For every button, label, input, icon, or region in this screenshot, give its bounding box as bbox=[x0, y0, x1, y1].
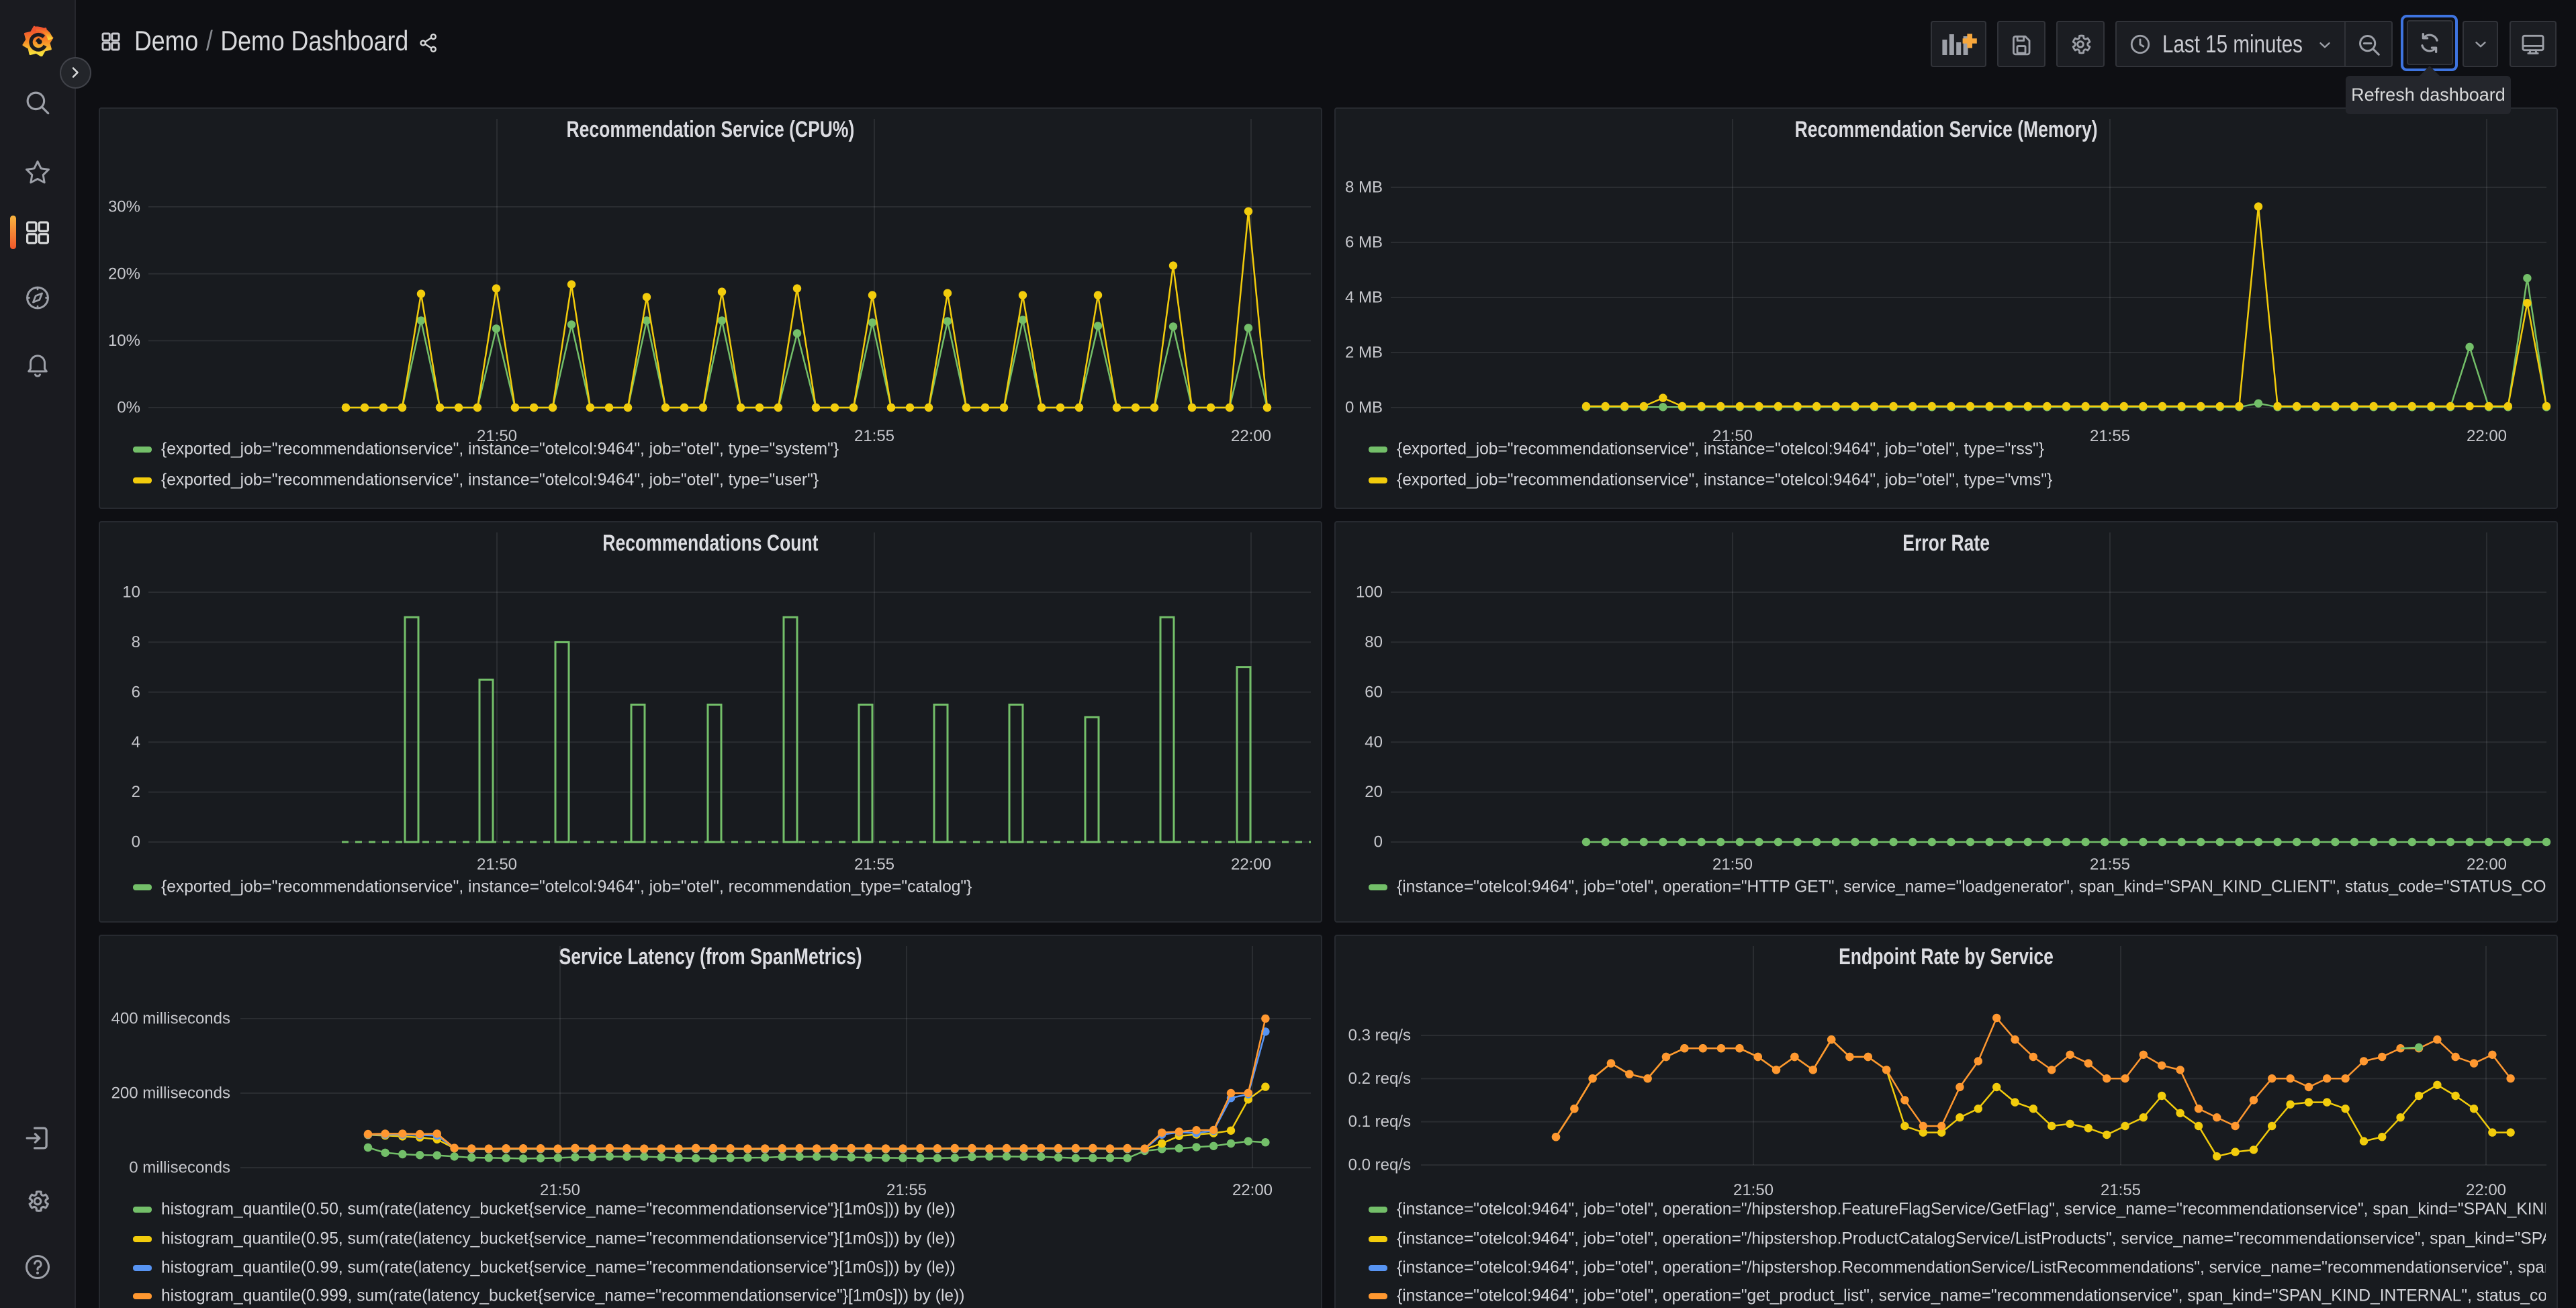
svg-text:21:55: 21:55 bbox=[2090, 855, 2130, 874]
svg-text:0: 0 bbox=[1374, 833, 1383, 851]
svg-text:21:50: 21:50 bbox=[477, 855, 517, 874]
svg-text:0.2 req/s: 0.2 req/s bbox=[1348, 1070, 1411, 1088]
svg-text:8: 8 bbox=[132, 633, 140, 651]
svg-text:0 milliseconds: 0 milliseconds bbox=[129, 1159, 230, 1177]
svg-text:22:00: 22:00 bbox=[1231, 855, 1271, 874]
svg-text:200 milliseconds: 200 milliseconds bbox=[111, 1084, 230, 1103]
svg-text:2: 2 bbox=[132, 783, 140, 801]
svg-text:6 MB: 6 MB bbox=[1345, 234, 1383, 252]
svg-text:40: 40 bbox=[1365, 733, 1383, 751]
svg-text:0.1 req/s: 0.1 req/s bbox=[1348, 1113, 1411, 1131]
svg-text:6: 6 bbox=[132, 683, 140, 701]
svg-text:0.3 req/s: 0.3 req/s bbox=[1348, 1027, 1411, 1045]
svg-text:21:50: 21:50 bbox=[1712, 855, 1753, 874]
svg-text:22:00: 22:00 bbox=[2467, 855, 2507, 874]
svg-text:4: 4 bbox=[132, 733, 140, 751]
svg-text:0.0 req/s: 0.0 req/s bbox=[1348, 1156, 1411, 1174]
svg-text:80: 80 bbox=[1365, 633, 1383, 651]
svg-text:20: 20 bbox=[1365, 783, 1383, 801]
svg-text:2 MB: 2 MB bbox=[1345, 344, 1383, 362]
svg-text:0 MB: 0 MB bbox=[1345, 399, 1383, 417]
svg-text:0: 0 bbox=[132, 833, 140, 851]
svg-text:100: 100 bbox=[1356, 583, 1383, 602]
svg-text:8 MB: 8 MB bbox=[1345, 179, 1383, 197]
svg-text:0%: 0% bbox=[117, 399, 140, 417]
svg-text:400 milliseconds: 400 milliseconds bbox=[111, 1010, 230, 1028]
svg-text:20%: 20% bbox=[108, 265, 140, 283]
svg-text:4 MB: 4 MB bbox=[1345, 289, 1383, 307]
svg-text:30%: 30% bbox=[108, 198, 140, 216]
svg-text:21:55: 21:55 bbox=[854, 855, 894, 874]
svg-text:60: 60 bbox=[1365, 683, 1383, 701]
svg-text:10%: 10% bbox=[108, 332, 140, 350]
svg-text:10: 10 bbox=[122, 583, 140, 602]
